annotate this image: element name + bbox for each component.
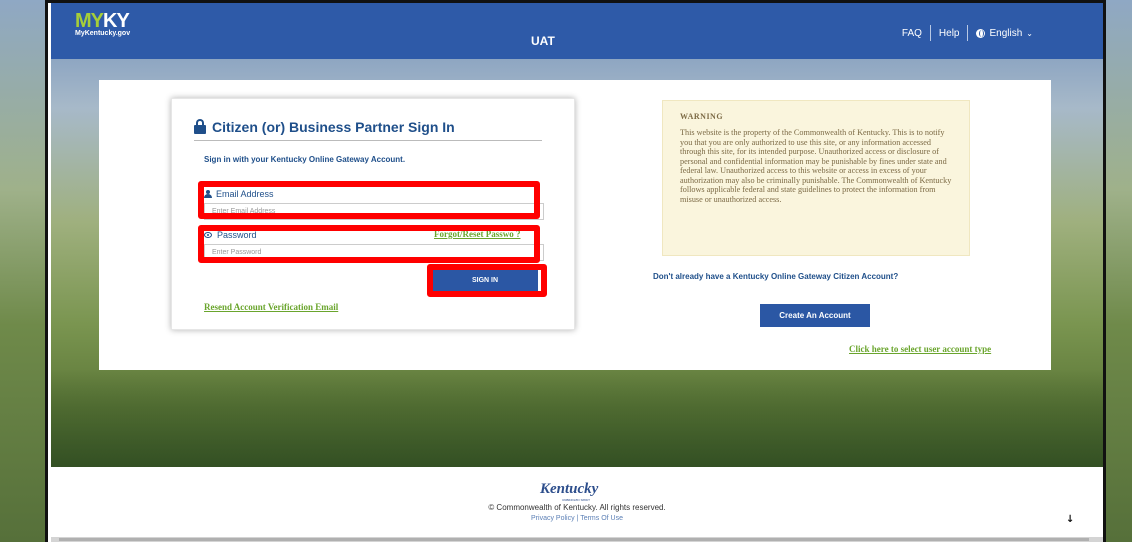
highlight-email xyxy=(198,181,540,219)
kentucky-logo-tagline: UNBRIDLED SPIRIT xyxy=(562,498,591,502)
main-content-panel: Citizen (or) Business Partner Sign In Si… xyxy=(99,80,1051,370)
globe-icon xyxy=(976,28,986,38)
chevron-down-icon: ⌄ xyxy=(1026,28,1033,38)
page-footer: Kentucky UNBRIDLED SPIRIT © Commonwealth… xyxy=(51,467,1103,537)
signin-subtitle: Sign in with your Kentucky Online Gatewa… xyxy=(204,155,406,164)
lock-icon xyxy=(194,118,206,134)
no-account-prompt: Don't already have a Kentucky Online Gat… xyxy=(653,272,899,281)
nav-divider xyxy=(929,25,931,41)
resend-verification-link[interactable]: Resend Account Verification Email xyxy=(204,302,338,312)
highlight-password xyxy=(198,225,540,263)
header-nav: FAQ Help English ⌄ xyxy=(902,25,1033,41)
create-account-button[interactable]: Create An Account xyxy=(760,304,870,327)
signin-title-text: Citizen (or) Business Partner Sign In xyxy=(212,119,455,135)
background-left-edge xyxy=(0,0,48,542)
signin-title: Citizen (or) Business Partner Sign In xyxy=(194,118,455,135)
language-selector[interactable]: English ⌄ xyxy=(976,28,1033,39)
select-account-type-link[interactable]: Click here to select user account type xyxy=(849,344,991,354)
background-right-edge xyxy=(1103,0,1132,542)
scroll-down-arrow-icon[interactable]: ↓ xyxy=(1066,514,1074,525)
logo-wordmark: MYKY xyxy=(75,11,130,31)
language-label: English xyxy=(989,27,1023,39)
warning-title: WARNING xyxy=(680,112,724,121)
warning-box: WARNING This website is the property of … xyxy=(662,100,970,256)
footer-links: Privacy Policy | Terms Of Use xyxy=(51,515,1103,522)
title-divider xyxy=(194,140,542,141)
signin-card: Citizen (or) Business Partner Sign In Si… xyxy=(171,98,575,330)
logo-my: MY xyxy=(75,10,104,32)
background-hills xyxy=(51,369,1103,467)
highlight-signin-button xyxy=(427,264,547,297)
copyright-text: © Commonwealth of Kentucky. All rights r… xyxy=(488,503,666,512)
privacy-policy-link[interactable]: Privacy Policy xyxy=(531,515,575,522)
environment-label: UAT xyxy=(531,34,555,48)
help-link[interactable]: Help xyxy=(939,28,960,39)
logo-subtitle: MyKentucky.gov xyxy=(75,30,131,37)
nav-divider xyxy=(967,25,969,41)
logo-ky: KY xyxy=(103,10,130,32)
faq-link[interactable]: FAQ xyxy=(902,28,922,39)
top-header-bar: MYKY MyKentucky.gov UAT FAQ Help English… xyxy=(51,3,1103,59)
terms-of-use-link[interactable]: Terms Of Use xyxy=(580,515,623,522)
warning-body: This website is the property of the Comm… xyxy=(680,128,952,204)
myky-logo[interactable]: MYKY MyKentucky.gov xyxy=(75,11,130,37)
browser-page: MYKY MyKentucky.gov UAT FAQ Help English… xyxy=(51,3,1103,542)
kentucky-logo: Kentucky xyxy=(540,481,599,497)
scrollbar-thumb[interactable] xyxy=(59,538,1089,541)
